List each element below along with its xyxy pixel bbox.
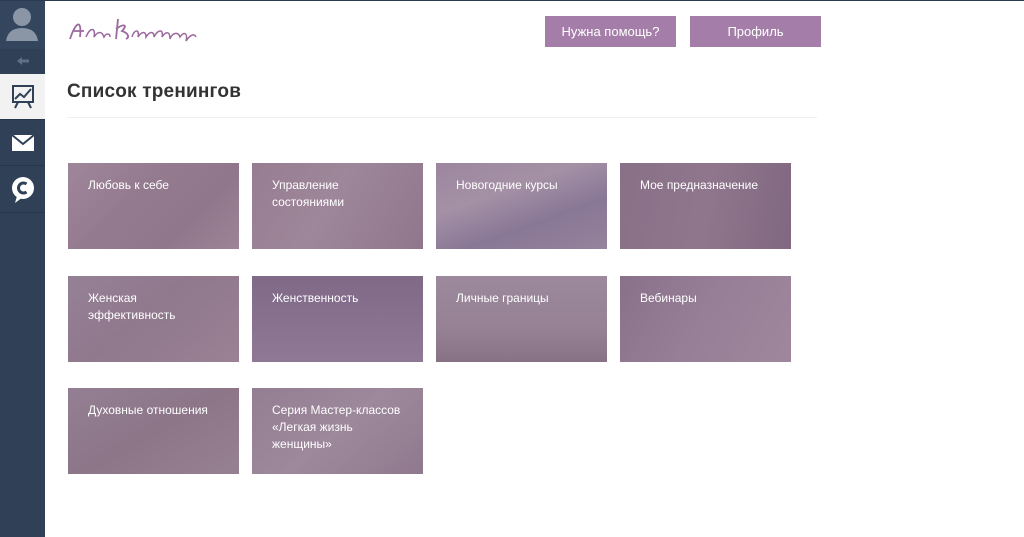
training-card[interactable]: Женственность [252,276,423,362]
card-title: Женственность [272,291,359,305]
training-card[interactable]: Духовные отношения [68,388,239,474]
profile-button[interactable]: Профиль [690,16,821,47]
training-card[interactable]: Серия Мастер-классов «Легкая жизнь женщи… [252,388,423,474]
sidebar-item-trainings[interactable] [0,74,45,120]
training-card[interactable]: Новогодние курсы [436,163,607,249]
training-card[interactable]: Женская эффективность [68,276,239,362]
speech-bubble-icon [11,176,34,203]
card-title: Личные границы [456,291,549,305]
sidebar-collapse-toggle[interactable] [0,49,45,73]
collapse-arrow-icon [16,57,29,65]
card-title: Мое предназначение [640,178,759,192]
training-card[interactable]: Управление состояниями [252,163,423,249]
training-card[interactable]: Вебинары [620,276,791,362]
card-title: Управление состояниями [272,178,345,209]
help-button[interactable]: Нужна помощь? [545,16,676,47]
card-title: Серия Мастер-классов «Легкая жизнь женщи… [272,403,401,451]
page-title: Список тренингов [67,81,242,102]
sidebar-avatar[interactable] [0,1,45,49]
brand-logo[interactable] [66,13,201,47]
card-title: Духовные отношения [88,403,208,417]
card-title: Женская эффективность [88,291,176,322]
card-title: Любовь к себе [88,178,169,192]
user-silhouette-icon [6,8,38,41]
card-title: Новогодние курсы [456,178,558,192]
sidebar-item-chat[interactable] [0,167,45,213]
training-card[interactable]: Мое предназначение [620,163,791,249]
card-title: Вебинары [640,291,697,305]
sidebar-item-messages[interactable] [0,120,45,166]
chart-board-icon [11,84,34,108]
training-card[interactable]: Любовь к себе [68,163,239,249]
app-window: Нужна помощь? Профиль Список тренингов Л… [0,0,1024,537]
envelope-icon [11,134,34,151]
sidebar [0,1,45,537]
title-divider [67,117,817,118]
training-card[interactable]: Личные границы [436,276,607,362]
